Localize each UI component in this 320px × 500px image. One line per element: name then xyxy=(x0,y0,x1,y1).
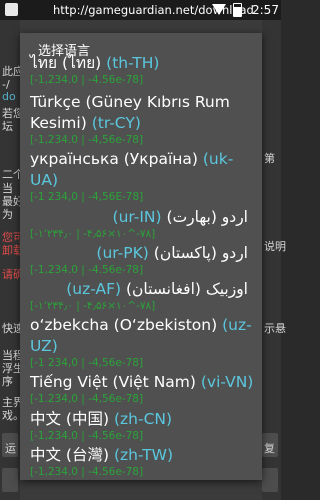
language-sample: [-1,234.0 | -4,56e-78] xyxy=(30,134,144,146)
language-item-uz-AF[interactable]: اوزبیک (افغانستان) (uz-AF) [‎-۱٬۲۳۴٫۰ | … xyxy=(30,279,260,313)
language-item-zh-TW[interactable]: 中文 (台灣) (zh-TW) [-1,234.0 | -4.56e-78] xyxy=(30,445,260,479)
language-code: (tr-CY) xyxy=(91,114,141,132)
language-name: اردو (بھارت) xyxy=(166,208,248,226)
bg-text-fragment: 坛 xyxy=(2,120,13,133)
background-button[interactable] xyxy=(2,468,18,492)
language-code: (ur-PK) xyxy=(96,244,149,262)
bg-text-fragment: 为 xyxy=(2,208,13,221)
bg-text-fragment: 示悬 xyxy=(264,322,286,335)
status-bar: http://gameguardian.net/download 2:57 xyxy=(0,0,281,20)
app-logo-icon xyxy=(5,3,18,16)
language-sample: [-1,234.0 | -4.56e-78] xyxy=(30,466,144,478)
language-sample: [-1,234.0 | -4.56e-78] xyxy=(30,430,144,442)
language-name: українська (Україна) xyxy=(30,150,198,168)
status-time: 2:57 xyxy=(252,3,279,17)
bg-link-fragment[interactable]: do xyxy=(2,90,16,103)
battery-icon xyxy=(233,3,242,17)
language-item-ur-PK[interactable]: اردو (پاکستان) (ur-PK) [-1,234.0 | -4.56… xyxy=(30,243,260,277)
language-sample: [-1,234.0 | -4.56e-78] xyxy=(30,264,144,276)
language-dialog: 选择语言 ไทย (ไทย) (th-TH) [-1,234.0 | -4.56… xyxy=(20,33,262,480)
language-code: (zh-TW) xyxy=(113,446,173,464)
language-item-tr-CY[interactable]: Türkçe (Güney Kıbrıs Rum Kesimi) (tr-CY)… xyxy=(30,92,260,147)
language-name: ไทย (ไทย) xyxy=(30,54,102,72)
language-code: (vi-VN) xyxy=(200,373,254,391)
language-code: (th-TH) xyxy=(106,54,160,72)
wifi-icon xyxy=(212,4,226,15)
language-item-uz-UZ[interactable]: o‘zbekcha (O‘zbekiston) (uz-UZ) [-1 234,… xyxy=(30,315,260,370)
language-item-ur-IN[interactable]: اردو (بھارت) (ur-IN) [‎-۱٬۲۳۴٫۰ | ‎-۴٫۵۶… xyxy=(30,207,260,241)
language-sample: [-1,234.0 | -4.56e-78] xyxy=(30,74,144,86)
language-sample: [‎-۱٬۲۳۴٫۰ | ‎-۴٫۵۶×۱۰^‎-۷۸] xyxy=(30,228,156,240)
background-button[interactable] xyxy=(262,468,278,492)
language-name: اردو (پاکستان) xyxy=(153,244,248,262)
language-item-uk-UA[interactable]: українська (Україна) (uk-UA) [-1 234,0 |… xyxy=(30,149,260,204)
language-item-th-TH[interactable]: ไทย (ไทย) (th-TH) [-1,234.0 | -4.56e-78] xyxy=(30,53,260,87)
bg-text-fragment: 复 xyxy=(264,442,275,455)
language-name: 中文 (台灣) xyxy=(30,446,110,464)
language-item-zh-CN[interactable]: 中文 (中国) (zh-CN) [-1,234.0 | -4.56e-78] xyxy=(30,409,260,443)
language-name: Tiếng Việt (Việt Nam) xyxy=(30,373,196,391)
language-code: (uz-AF) xyxy=(66,280,122,298)
language-sample: [-1 234,0 | -4,56e-78] xyxy=(30,357,144,369)
background-right-edge xyxy=(262,20,281,500)
bg-text-fragment: 序 xyxy=(2,375,13,388)
bg-text-fragment: 运 xyxy=(5,442,16,455)
bg-text-fragment: 第 xyxy=(264,152,275,165)
language-name: اوزبیک (افغانستان) xyxy=(125,280,248,298)
language-name: 中文 (中国) xyxy=(30,410,110,428)
language-sample: [-1 234,0 | -4,56E-78] xyxy=(30,191,144,203)
language-item-vi-VN[interactable]: Tiếng Việt (Việt Nam) (vi-VN) [-1.234,0 … xyxy=(30,372,260,406)
language-code: (ur-IN) xyxy=(112,208,162,226)
bg-text-fragment: 说明 xyxy=(264,240,286,253)
language-code: (zh-CN) xyxy=(113,410,173,428)
language-sample: [‎-۱٬۲۳۴٫۰ | ‎-۴٫۵۶×۱۰^‎-۷۸] xyxy=(30,300,156,312)
language-sample: [-1.234,0 | -4,56e-78] xyxy=(30,393,144,405)
language-name: o‘zbekcha (O‘zbekiston) xyxy=(30,316,218,334)
